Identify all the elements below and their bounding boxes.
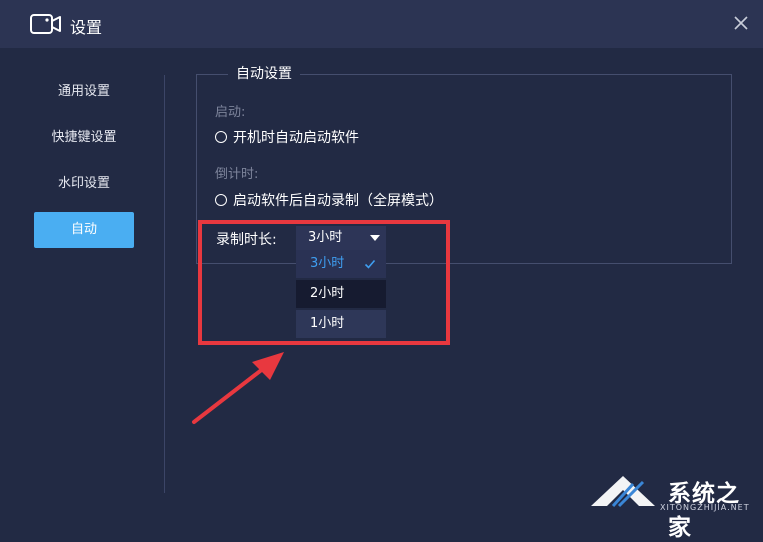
sidebar-item-hotkeys[interactable]: 快捷键设置 (34, 120, 134, 156)
countdown-label: 倒计时: (215, 167, 259, 182)
sidebar-item-general[interactable]: 通用设置 (34, 74, 134, 110)
watermark-subtext: XITONGZHIJIA.NET (660, 503, 750, 512)
camera-icon (30, 14, 61, 34)
close-icon[interactable] (728, 10, 754, 36)
radio-circle-icon (215, 194, 227, 206)
sidebar-item-auto[interactable]: 自动 (34, 212, 134, 248)
sidebar-item-watermark[interactable]: 水印设置 (34, 166, 134, 202)
countdown-radio[interactable]: 启动软件后自动录制（全屏模式） (215, 190, 443, 210)
sidebar-nav: 通用设置 快捷键设置 水印设置 自动 (0, 48, 165, 520)
annotation-arrow-icon (192, 352, 284, 424)
group-title: 自动设置 (228, 64, 300, 84)
countdown-option-label: 启动软件后自动录制（全屏模式） (233, 193, 443, 209)
startup-option-label: 开机时自动启动软件 (233, 130, 359, 146)
radio-circle-icon (215, 131, 227, 143)
startup-label: 启动: (215, 105, 246, 120)
window-title: 设置 (70, 18, 103, 37)
title-bar: 设置 (0, 0, 763, 48)
sidebar-divider (164, 75, 165, 493)
highlight-box (198, 220, 450, 345)
startup-radio[interactable]: 开机时自动启动软件 (215, 127, 359, 147)
